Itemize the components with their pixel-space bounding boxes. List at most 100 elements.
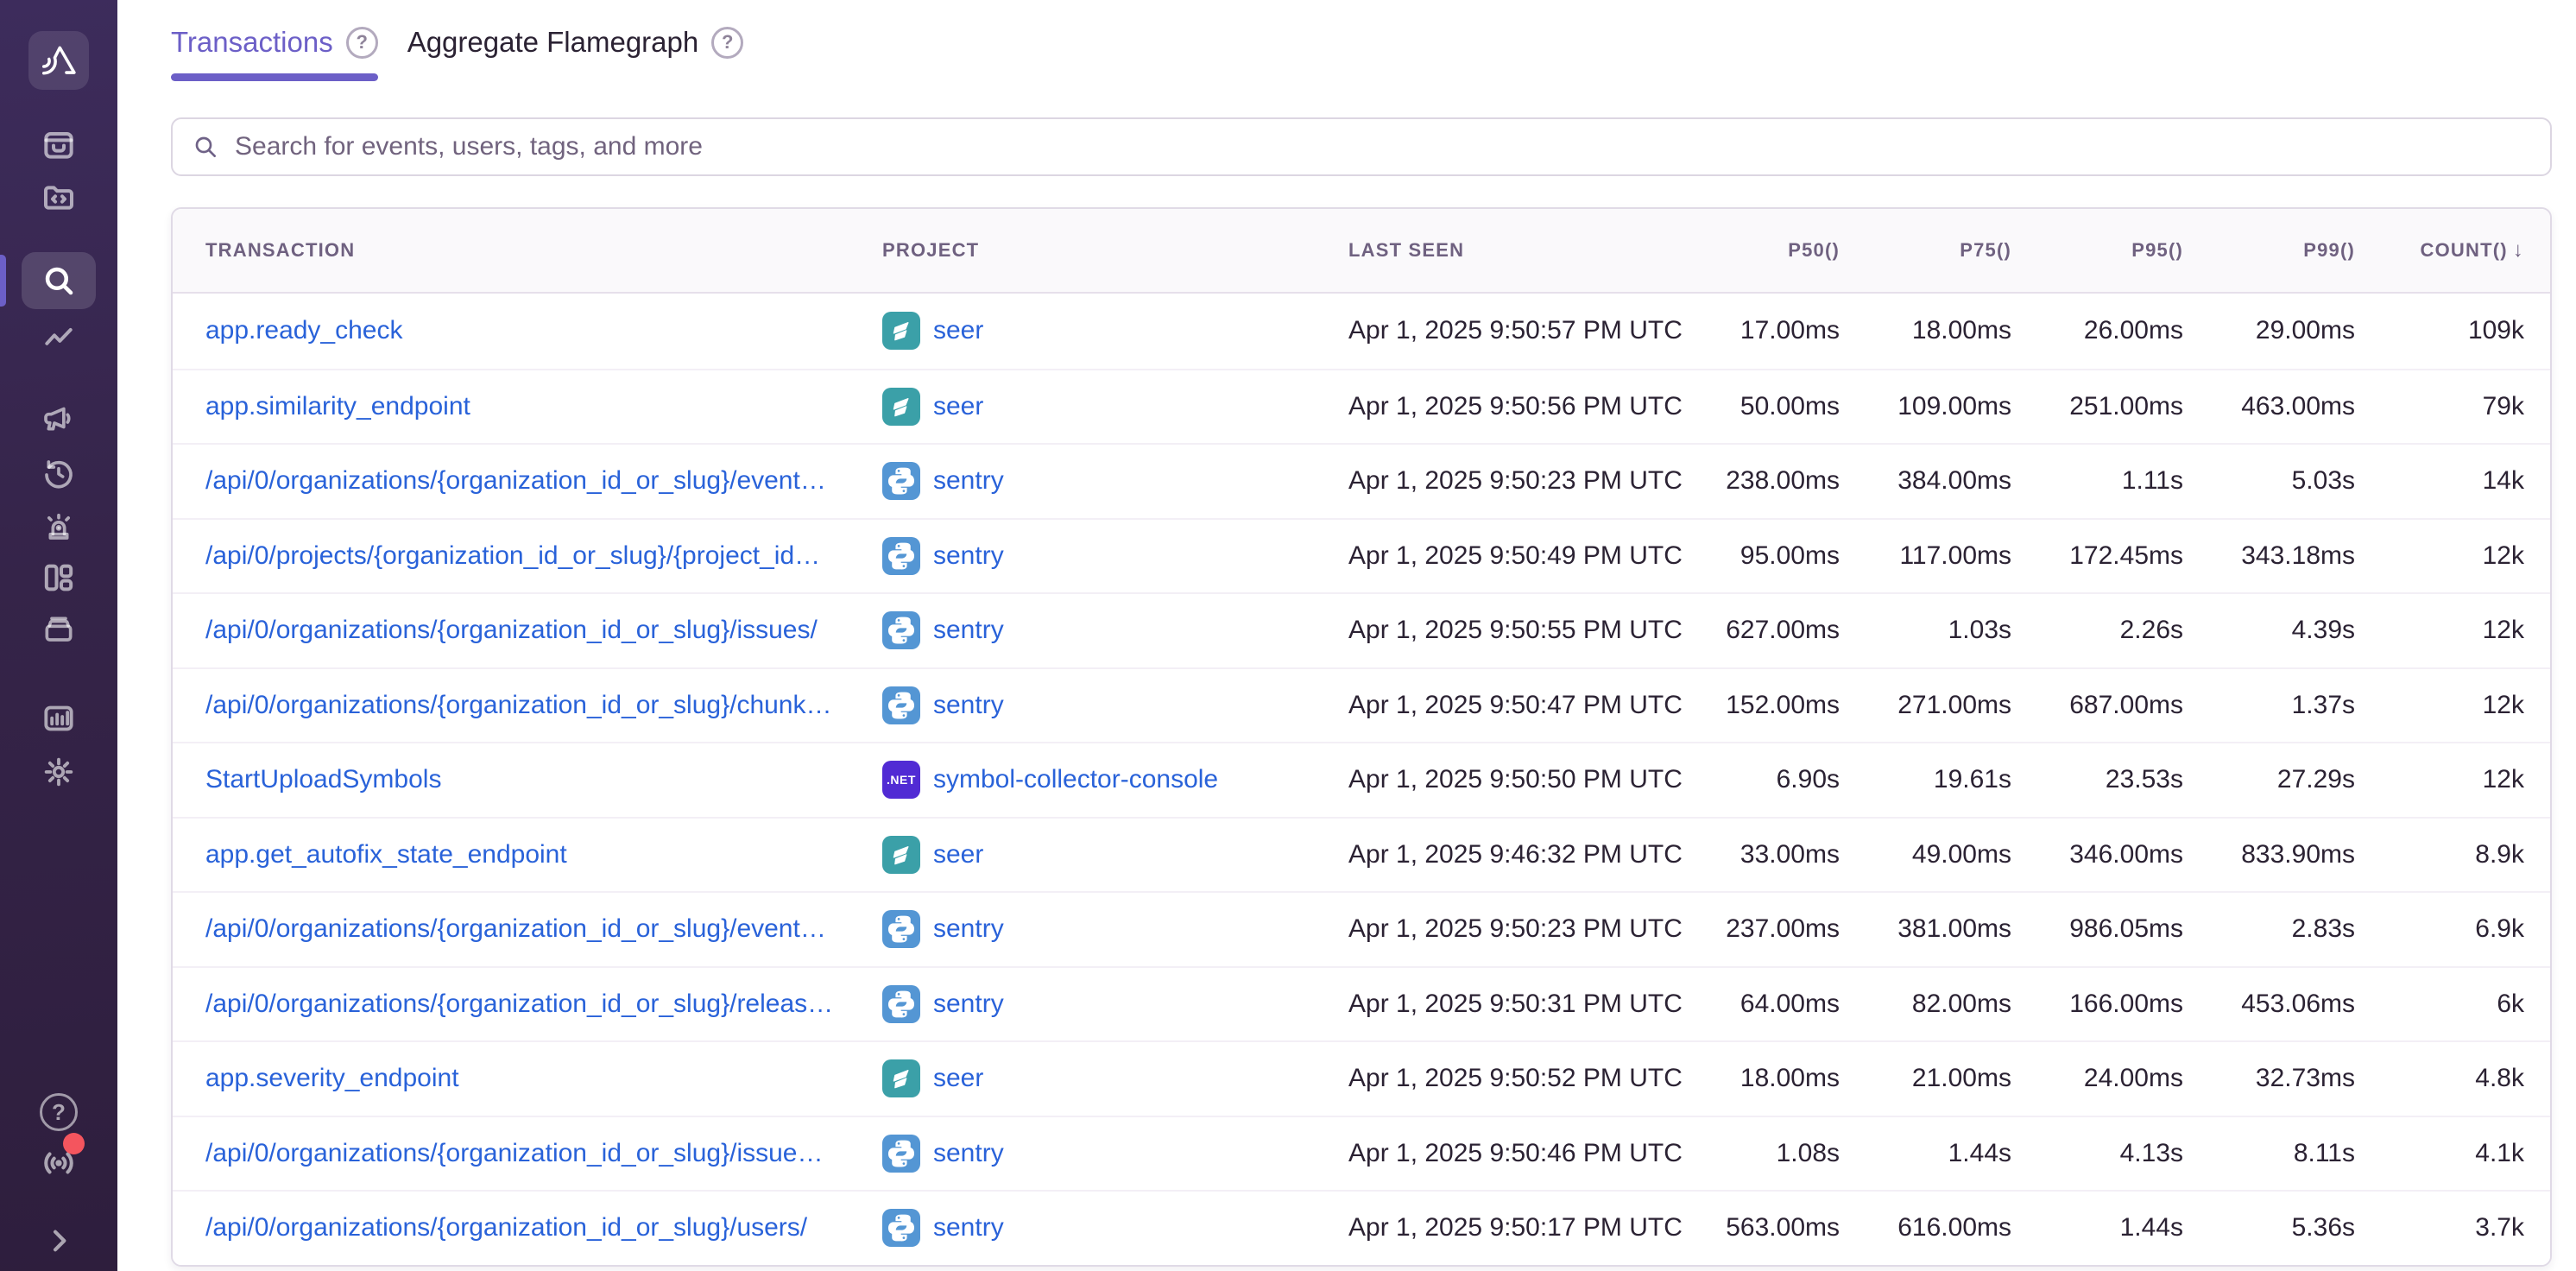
transaction-link[interactable]: app.similarity_endpoint [205,392,470,421]
p99-cell: 463.00ms [2183,392,2355,421]
project-link[interactable]: seer [933,316,983,345]
project-link[interactable]: sentry [933,1213,1004,1243]
tab-transactions[interactable]: Transactions ? [171,22,378,81]
project-link[interactable]: sentry [933,914,1004,944]
p75-cell: 18.00ms [1840,316,2011,345]
sidebar-item-search-active[interactable] [22,252,96,309]
transaction-link[interactable]: /api/0/projects/{organization_id_or_slug… [205,541,820,570]
gear-icon [41,755,76,789]
project-link[interactable]: sentry [933,691,1004,720]
sidebar-item-whats-new[interactable] [0,1144,117,1182]
search-input[interactable] [235,132,2531,161]
p95-cell: 346.00ms [2011,840,2183,869]
table-row: app.get_autofix_state_endpoint seer Apr … [173,817,2550,892]
header-p95[interactable]: P95() [2011,239,2183,262]
sidebar-item-insights[interactable] [0,321,117,356]
transaction-link[interactable]: /api/0/organizations/{organization_id_or… [205,616,818,644]
last-seen-cell: Apr 1, 2025 9:50:23 PM UTC [1348,466,1668,496]
sidebar: ? [0,0,117,1271]
table-row: /api/0/organizations/{organization_id_or… [173,443,2550,518]
transactions-help-icon[interactable]: ? [346,27,378,59]
transaction-link[interactable]: app.severity_endpoint [205,1064,459,1092]
sidebar-item-dashboards[interactable] [0,560,117,595]
transaction-cell: app.get_autofix_state_endpoint [173,840,882,869]
project-link[interactable]: seer [933,1064,983,1093]
sidebar-item-stats[interactable] [0,701,117,736]
sidebar-item-alerts[interactable] [0,511,117,546]
transaction-cell: app.similarity_endpoint [173,392,882,421]
last-seen-cell: Apr 1, 2025 9:50:57 PM UTC [1348,316,1668,345]
last-seen-cell: Apr 1, 2025 9:50:50 PM UTC [1348,765,1668,794]
transaction-cell: StartUploadSymbols [173,765,882,794]
count-cell: 14k [2355,466,2550,496]
project-link[interactable]: sentry [933,616,1004,645]
sidebar-collapse-button[interactable] [0,1224,117,1257]
transaction-link[interactable]: app.ready_check [205,316,403,345]
search-nav-icon [41,262,77,299]
table-row: /api/0/organizations/{organization_id_or… [173,966,2550,1041]
stats-chart-icon [41,701,76,736]
transaction-link[interactable]: /api/0/organizations/{organization_id_or… [205,1213,807,1242]
header-p99[interactable]: P99() [2183,239,2355,262]
aggregate-flamegraph-help-icon[interactable]: ? [711,27,743,59]
transaction-cell: app.severity_endpoint [173,1064,882,1093]
header-last-seen[interactable]: LAST SEEN [1348,239,1668,262]
transaction-link[interactable]: /api/0/organizations/{organization_id_or… [205,466,826,495]
sidebar-item-settings[interactable] [0,755,117,789]
p50-cell: 64.00ms [1668,990,1840,1019]
transaction-link[interactable]: /api/0/organizations/{organization_id_or… [205,914,826,943]
project-link[interactable]: sentry [933,466,1004,496]
transaction-link[interactable]: app.get_autofix_state_endpoint [205,840,567,869]
table-row: /api/0/organizations/{organization_id_or… [173,667,2550,743]
last-seen-cell: Apr 1, 2025 9:50:23 PM UTC [1348,914,1668,944]
last-seen-cell: Apr 1, 2025 9:50:49 PM UTC [1348,541,1668,571]
table-row: StartUploadSymbols .NET symbol-collector… [173,742,2550,817]
sidebar-item-explore[interactable] [0,180,117,215]
sidebar-item-replays[interactable] [0,457,117,491]
header-count[interactable]: COUNT()↓ [2355,238,2550,262]
header-transaction[interactable]: TRANSACTION [173,239,882,262]
sidebar-item-releases[interactable] [0,612,117,647]
header-project[interactable]: PROJECT [882,239,1348,262]
p99-cell: 833.90ms [2183,840,2355,869]
search-bar[interactable] [171,117,2552,176]
header-p50[interactable]: P50() [1668,239,1840,262]
project-cell: sentry [882,1135,1348,1173]
sidebar-item-help[interactable]: ? [0,1093,117,1131]
project-link[interactable]: symbol-collector-console [933,765,1218,794]
project-link[interactable]: seer [933,840,983,869]
project-platform-icon [882,1209,920,1247]
table-row: /api/0/projects/{organization_id_or_slug… [173,518,2550,593]
count-cell: 12k [2355,541,2550,571]
p95-cell: 4.13s [2011,1139,2183,1168]
p75-cell: 1.44s [1840,1139,2011,1168]
p75-cell: 82.00ms [1840,990,2011,1019]
header-p75[interactable]: P75() [1840,239,2011,262]
project-link[interactable]: sentry [933,990,1004,1019]
count-cell: 12k [2355,691,2550,720]
count-cell: 6.9k [2355,914,2550,944]
transaction-link[interactable]: /api/0/organizations/{organization_id_or… [205,990,833,1018]
p50-cell: 18.00ms [1668,1064,1840,1093]
table-row: /api/0/organizations/{organization_id_or… [173,592,2550,667]
transaction-cell: /api/0/organizations/{organization_id_or… [173,616,882,645]
project-link[interactable]: sentry [933,1139,1004,1168]
p75-cell: 381.00ms [1840,914,2011,944]
project-cell: .NET symbol-collector-console [882,761,1348,799]
tab-aggregate-flamegraph[interactable]: Aggregate Flamegraph ? [407,22,744,81]
project-cell: sentry [882,910,1348,948]
project-link[interactable]: seer [933,392,983,421]
transaction-cell: /api/0/organizations/{organization_id_or… [173,914,882,944]
sidebar-item-feedback[interactable] [0,402,117,437]
p50-cell: 1.08s [1668,1139,1840,1168]
count-cell: 12k [2355,765,2550,794]
p95-cell: 172.45ms [2011,541,2183,571]
transaction-link[interactable]: /api/0/organizations/{organization_id_or… [205,1139,823,1167]
transaction-link[interactable]: /api/0/organizations/{organization_id_or… [205,691,832,719]
transaction-link[interactable]: StartUploadSymbols [205,765,441,794]
p95-cell: 24.00ms [2011,1064,2183,1093]
sentry-logo[interactable] [28,31,89,90]
sidebar-item-issues[interactable] [0,128,117,162]
project-link[interactable]: sentry [933,541,1004,571]
megaphone-icon [41,402,76,437]
